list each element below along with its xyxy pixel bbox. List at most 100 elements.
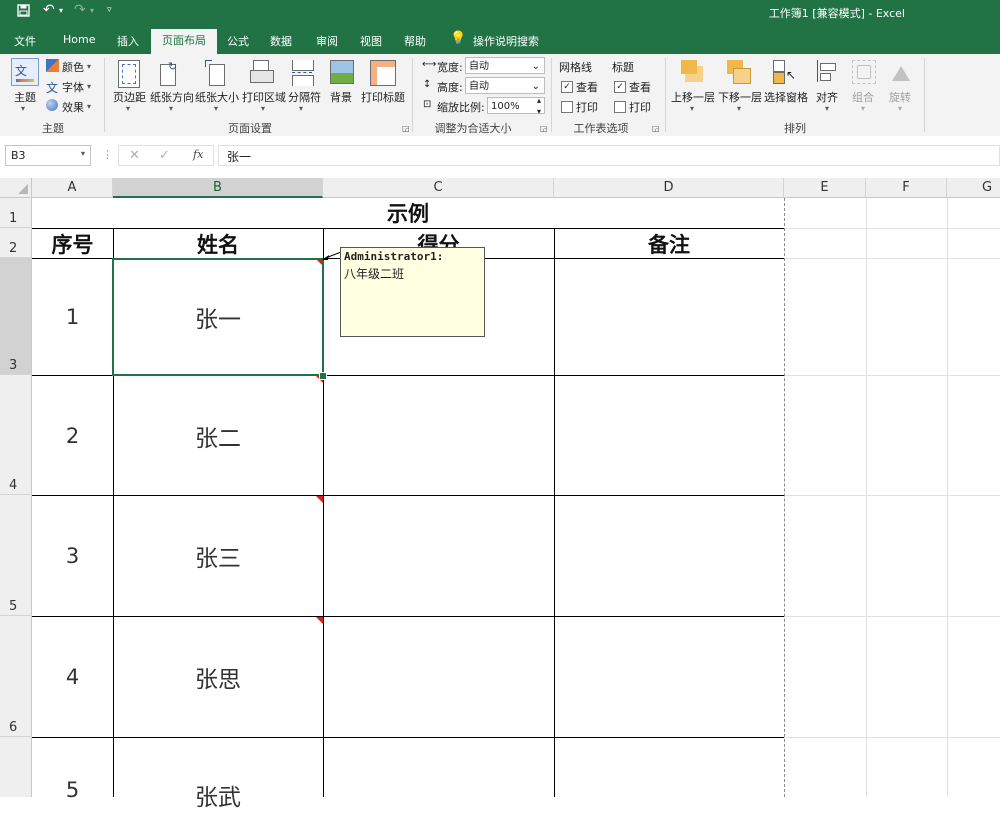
- select-all-button[interactable]: [0, 178, 32, 198]
- fonts-button[interactable]: 字体: [62, 79, 84, 95]
- column-header-f[interactable]: F: [866, 178, 947, 198]
- insert-function-icon[interactable]: fx: [193, 148, 203, 161]
- effects-button[interactable]: 效果: [62, 99, 84, 115]
- rotate-button[interactable]: 旋转: [889, 89, 911, 105]
- row-number: 3: [9, 358, 18, 373]
- send-backward-button[interactable]: 下移一层: [718, 89, 762, 105]
- column-header-a[interactable]: A: [32, 178, 113, 198]
- enter-icon[interactable]: ✓: [159, 148, 170, 163]
- sheet-title-cell[interactable]: 示例: [32, 198, 784, 228]
- row-header-2[interactable]: 2: [0, 228, 32, 258]
- formula-input[interactable]: 张一: [218, 145, 1000, 166]
- align-button[interactable]: 对齐: [816, 89, 838, 105]
- row-header-1[interactable]: 1: [0, 198, 32, 228]
- column-header-d[interactable]: D: [554, 178, 784, 198]
- gridlines-view-checkbox[interactable]: ✓: [561, 81, 573, 93]
- window-title: 工作簿1 [兼容模式] - Excel: [768, 7, 905, 20]
- tab-insert[interactable]: 插入: [117, 33, 139, 49]
- themes-icon[interactable]: 文: [11, 58, 39, 86]
- tab-data[interactable]: 数据: [270, 33, 292, 49]
- bring-forward-button[interactable]: 上移一层: [671, 89, 715, 105]
- row-header-6[interactable]: 6: [0, 616, 32, 737]
- cancel-icon[interactable]: ✕: [129, 148, 140, 163]
- group-label-sheet-options: 工作表选项: [573, 122, 629, 135]
- row-header-7[interactable]: [0, 737, 32, 797]
- colors-button[interactable]: 颜色: [62, 59, 84, 75]
- tab-page-layout[interactable]: 页面布局: [151, 29, 217, 54]
- chevron-down-icon: ▾: [87, 102, 92, 111]
- width-icon: ⟷: [422, 59, 437, 70]
- dialog-launcher-icon[interactable]: ◲: [402, 124, 410, 133]
- selection-pane-button[interactable]: 选择窗格: [764, 89, 808, 105]
- margins-button[interactable]: 页边距: [113, 89, 146, 105]
- dialog-launcher-icon[interactable]: ◲: [540, 124, 548, 133]
- print-titles-icon: [370, 60, 396, 86]
- row-header-3[interactable]: 3: [0, 258, 32, 375]
- fill-handle[interactable]: [319, 372, 327, 380]
- gridlines-view-label: 查看: [576, 81, 598, 94]
- gridline: [784, 737, 1000, 738]
- cell-a6[interactable]: 4: [32, 617, 113, 737]
- gridline: [784, 258, 1000, 259]
- row-header-4[interactable]: 4: [0, 375, 32, 495]
- column-header-e[interactable]: E: [784, 178, 866, 198]
- header-cell-note[interactable]: 备注: [554, 229, 784, 258]
- lightbulb-icon: 💡: [450, 31, 467, 46]
- header-cell-no[interactable]: 序号: [32, 229, 113, 258]
- group-separator: [551, 58, 552, 132]
- width-dropdown[interactable]: 自动 ⌄: [465, 57, 545, 74]
- cell-b5[interactable]: 张三: [113, 496, 323, 616]
- tab-review[interactable]: 审阅: [316, 33, 338, 49]
- size-button[interactable]: 纸张大小: [195, 89, 239, 105]
- cell-b6[interactable]: 张思: [113, 617, 323, 737]
- group-separator: [104, 58, 105, 132]
- group-label-scale-to-fit: 调整为合适大小: [434, 122, 512, 135]
- headings-view-checkbox[interactable]: ✓: [614, 81, 626, 93]
- tab-formulas[interactable]: 公式: [227, 33, 249, 49]
- cell-a4[interactable]: 2: [32, 376, 113, 495]
- cell-a5[interactable]: 3: [32, 496, 113, 616]
- group-button[interactable]: 组合: [852, 89, 874, 105]
- tab-help[interactable]: 帮助: [404, 33, 426, 49]
- cell-a3[interactable]: 1: [32, 259, 113, 375]
- tell-me-search[interactable]: 操作说明搜索: [473, 33, 539, 49]
- width-value: 自动: [469, 61, 489, 72]
- headings-print-checkbox[interactable]: [614, 101, 626, 113]
- cell-b7[interactable]: 张武: [113, 778, 323, 818]
- scale-spinner[interactable]: 100% ▴ ▾: [487, 95, 545, 117]
- group-label-arrange: 排列: [784, 122, 806, 135]
- name-box[interactable]: B3 ▾: [5, 145, 91, 166]
- background-button[interactable]: 背景: [330, 89, 352, 105]
- comment-box[interactable]: Administrator1: 八年级二班: [340, 247, 485, 337]
- comment-indicator[interactable]: [316, 617, 323, 624]
- row-header-5[interactable]: 5: [0, 495, 32, 616]
- gridlines-print-checkbox[interactable]: [561, 101, 573, 113]
- column-header-c[interactable]: C: [323, 178, 554, 198]
- row-number: 4: [9, 478, 18, 493]
- tab-view[interactable]: 视图: [360, 33, 382, 49]
- cell-a7[interactable]: 5: [32, 778, 113, 818]
- comment-indicator[interactable]: [316, 496, 323, 503]
- effects-icon: [46, 99, 58, 111]
- spinner-arrows-icon[interactable]: ▴ ▾: [537, 95, 541, 117]
- orientation-button[interactable]: 纸张方向: [150, 89, 194, 105]
- print-titles-button[interactable]: 打印标题: [361, 89, 405, 105]
- column-header-b[interactable]: B: [113, 178, 323, 198]
- print-area-button[interactable]: 打印区域: [242, 89, 286, 105]
- group-separator: [665, 58, 666, 132]
- height-dropdown[interactable]: 自动 ⌄: [465, 77, 545, 94]
- themes-button[interactable]: 主题: [14, 89, 36, 105]
- chevron-down-icon[interactable]: ▾: [81, 149, 85, 158]
- tab-file[interactable]: 文件: [14, 33, 36, 49]
- chevron-down-icon: ▾: [87, 62, 92, 71]
- dialog-launcher-icon[interactable]: ◲: [652, 124, 660, 133]
- header-cell-name[interactable]: 姓名: [113, 229, 323, 258]
- tab-home[interactable]: Home: [63, 33, 95, 46]
- group-separator: [924, 58, 925, 132]
- breaks-button[interactable]: 分隔符: [288, 89, 321, 105]
- gridline: [784, 616, 1000, 617]
- chevron-down-icon: ▾: [737, 104, 742, 113]
- cell-b4[interactable]: 张二: [113, 376, 323, 495]
- column-header-g[interactable]: G: [947, 178, 1000, 198]
- size-icon: [205, 60, 225, 86]
